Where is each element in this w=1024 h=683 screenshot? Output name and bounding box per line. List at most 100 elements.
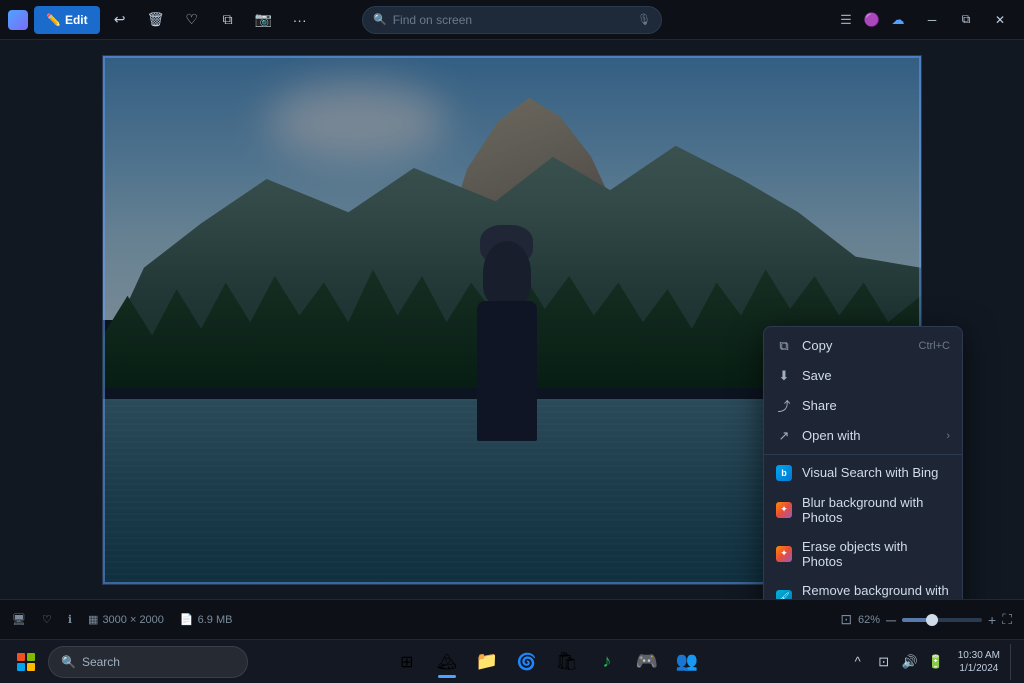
blur-bg-label: Blur background with Photos: [802, 495, 950, 525]
context-menu-erase-objects[interactable]: ✦ Erase objects with Photos: [764, 532, 962, 576]
start-icon-yellow: [27, 663, 35, 671]
edit-button[interactable]: ✏️ Edit: [34, 6, 100, 34]
taskbar-search-placeholder: Search: [82, 655, 120, 669]
search-bar[interactable]: 🔍 Find on screen 🎙: [362, 6, 662, 34]
star-button[interactable]: ♡: [176, 6, 208, 34]
spotify-icon: ♪: [602, 651, 611, 672]
tray-chevron[interactable]: ^: [846, 650, 870, 674]
taskbar-app-spotify[interactable]: ♪: [589, 644, 625, 680]
show-desktop-button[interactable]: [1010, 644, 1016, 680]
photos-taskbar-icon: 🏔: [437, 652, 457, 672]
open-with-icon: ↗: [776, 428, 792, 444]
start-icon: [17, 653, 35, 671]
status-monitor-icon: 🖥: [12, 613, 26, 626]
monitor-icon: 🖥: [12, 613, 26, 626]
info-icon: ℹ: [68, 613, 72, 626]
status-filesize: 📄 6.9 MB: [180, 613, 233, 626]
status-info: ℹ: [68, 613, 72, 626]
copy-label: Copy: [802, 338, 909, 353]
search-placeholder: Find on screen: [393, 13, 472, 27]
start-button[interactable]: [8, 644, 44, 680]
save-label: Save: [802, 368, 950, 383]
start-icon-green: [27, 653, 35, 661]
bing-search-icon: b: [776, 465, 792, 481]
context-menu-visual-search[interactable]: b Visual Search with Bing: [764, 458, 962, 488]
dimensions-icon: ▦: [88, 613, 98, 626]
mic-icon: 🎙: [637, 13, 651, 26]
context-menu-share[interactable]: ⤴ Share: [764, 391, 962, 421]
title-bar-left: ✏️ Edit ↩ 🗑 ♡ ⧉ 📷 ···: [8, 6, 316, 34]
taskbar-app-edge[interactable]: 🌀: [509, 644, 545, 680]
taskbar-app-widgets[interactable]: ⊞: [389, 644, 425, 680]
copy-button[interactable]: ⧉: [212, 6, 244, 34]
open-with-arrow: ›: [946, 430, 950, 442]
close-button[interactable]: ✕: [984, 6, 1016, 34]
zoom-controls: ⊡ 62% ─ + ⛶: [840, 611, 1012, 628]
erase-objects-icon: ✦: [776, 546, 792, 562]
taskbar: 🔍 Search ⊞ 🏔 📁 🌀 🛍 ♪ �: [0, 639, 1024, 683]
copy-icon: ⧉: [776, 338, 792, 354]
tray-volume[interactable]: 🔊: [898, 650, 922, 674]
zoom-slider-thumb: [926, 614, 938, 626]
paint-app-icon: 🖌: [776, 590, 792, 600]
copy-shortcut: Ctrl+C: [919, 340, 950, 352]
zoom-slider[interactable]: [902, 618, 982, 622]
context-menu-blur-bg[interactable]: ✦ Blur background with Photos: [764, 488, 962, 532]
clock-time: 10:30 AM: [958, 649, 1000, 662]
taskbar-search[interactable]: 🔍 Search: [48, 646, 248, 678]
context-menu-remove-bg[interactable]: 🖌 Remove background with Paint: [764, 576, 962, 600]
widgets-icon: ⊞: [400, 652, 413, 672]
start-icon-red: [17, 653, 25, 661]
clock-area[interactable]: 10:30 AM 1/1/2024: [952, 649, 1006, 675]
restore-button[interactable]: ⧉: [950, 6, 982, 34]
fullscreen-button[interactable]: ⛶: [1002, 611, 1012, 628]
zoom-out-button[interactable]: ─: [886, 612, 896, 628]
tray-battery[interactable]: 🔋: [924, 650, 948, 674]
context-menu: ⧉ Copy Ctrl+C ⬇ Save ⤴ Share ↗ Open: [763, 326, 963, 600]
status-bar-right: ⊡ 62% ─ + ⛶: [840, 611, 1012, 628]
status-dimensions: ▦ 3000 × 2000: [88, 613, 164, 626]
delete-button[interactable]: 🗑: [140, 6, 172, 34]
tray-network[interactable]: ⊡: [872, 650, 896, 674]
taskbar-app-photos[interactable]: 🏔: [429, 644, 465, 680]
app-window: ✏️ Edit ↩ 🗑 ♡ ⧉ 📷 ··· 🔍 Find on screen 🎙…: [0, 0, 1024, 683]
title-bar-center: 🔍 Find on screen 🎙: [362, 6, 662, 34]
share-icon: ⤴: [776, 398, 792, 414]
blur-bg-icon: ✦: [776, 502, 792, 518]
filesize-value: 6.9 MB: [198, 614, 233, 626]
app-icon: [8, 10, 28, 30]
dimensions-value: 3000 × 2000: [102, 614, 163, 626]
minimize-button[interactable]: ─: [916, 6, 948, 34]
taskbar-search-icon: 🔍: [61, 655, 76, 669]
taskbar-left: 🔍 Search: [8, 644, 248, 680]
status-heart: ♡: [42, 613, 52, 626]
context-menu-open-with[interactable]: ↗ Open with ›: [764, 421, 962, 451]
camera-button[interactable]: 📷: [248, 6, 280, 34]
title-bar-right: ☰ 🟣 ☁ ─ ⧉ ✕: [836, 6, 1016, 34]
remove-bg-icon: 🖌: [776, 590, 792, 600]
zoom-in-button[interactable]: +: [988, 612, 996, 628]
more-button[interactable]: ···: [284, 6, 316, 34]
store-icon: 🛍: [555, 651, 578, 672]
fileexplorer-icon: 📁: [476, 651, 498, 672]
start-icon-blue: [17, 663, 25, 671]
taskbar-app-xbox[interactable]: 🎮: [629, 644, 665, 680]
taskbar-center: ⊞ 🏔 📁 🌀 🛍 ♪ 🎮 👥: [250, 644, 844, 680]
title-bar: ✏️ Edit ↩ 🗑 ♡ ⧉ 📷 ··· 🔍 Find on screen 🎙…: [0, 0, 1024, 40]
tray-area: ^ ⊡ 🔊 🔋: [846, 650, 948, 674]
search-icon: 🔍: [373, 13, 387, 26]
zoom-fit-button[interactable]: ⊡: [840, 611, 852, 628]
tray-icon-1: ☰: [836, 10, 856, 30]
taskbar-app-store[interactable]: 🛍: [549, 644, 585, 680]
erase-objects-label: Erase objects with Photos: [802, 539, 950, 569]
clock-date: 1/1/2024: [959, 662, 998, 675]
edit-label: Edit: [65, 13, 88, 27]
undo-button[interactable]: ↩: [104, 6, 136, 34]
context-menu-save[interactable]: ⬇ Save: [764, 361, 962, 391]
context-menu-copy[interactable]: ⧉ Copy Ctrl+C: [764, 331, 962, 361]
taskbar-app-fileexplorer[interactable]: 📁: [469, 644, 505, 680]
filesize-icon: 📄: [180, 613, 194, 626]
visual-search-label: Visual Search with Bing: [802, 465, 950, 480]
taskbar-app-teams[interactable]: 👥: [669, 644, 705, 680]
tray-icon-purple: 🟣: [862, 10, 882, 30]
